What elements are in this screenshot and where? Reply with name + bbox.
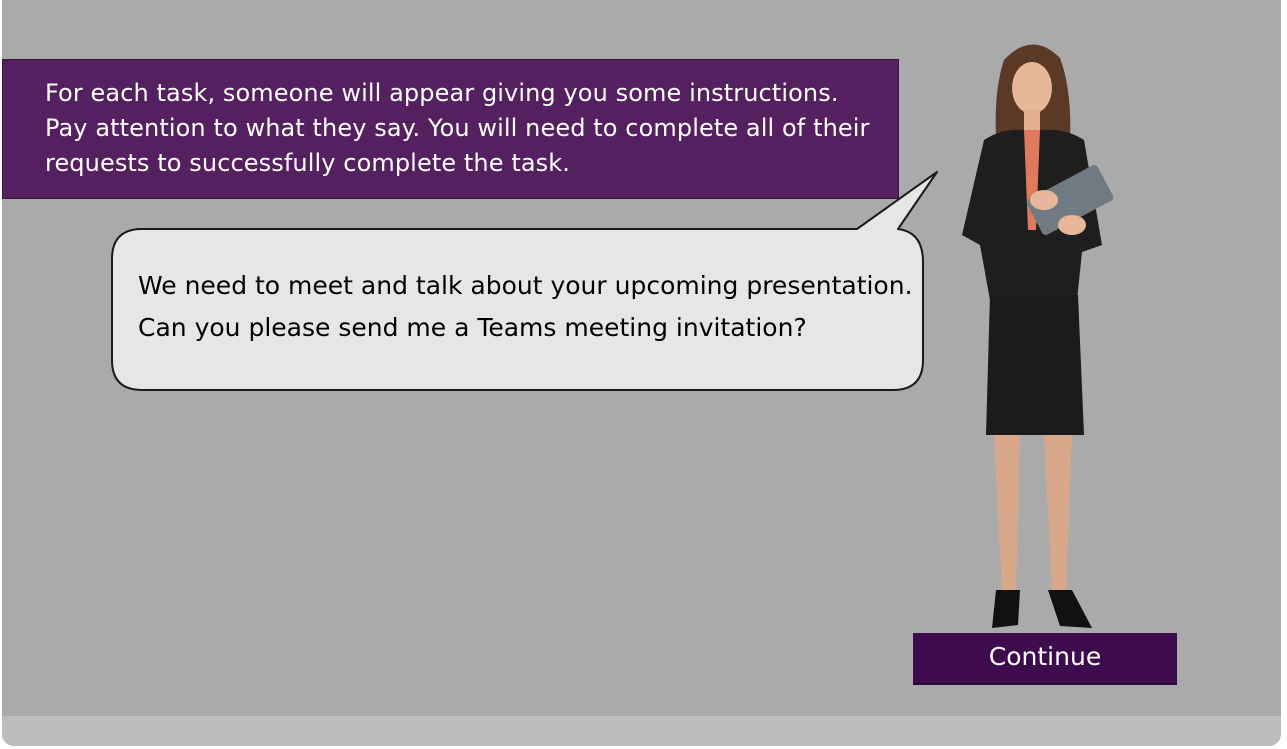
page: For each task, someone will appear givin… — [0, 0, 1287, 749]
speech-line-2: Can you please send me a Teams meeting i… — [138, 313, 807, 342]
speech-line-1: We need to meet and talk about your upco… — [138, 271, 913, 300]
continue-button[interactable]: Continue — [913, 633, 1177, 685]
bottom-bar — [2, 716, 1281, 746]
task-stage: For each task, someone will appear givin… — [2, 0, 1281, 746]
presenter-figure — [962, 44, 1114, 628]
speech-bubble-text: We need to meet and talk about your upco… — [138, 265, 928, 349]
